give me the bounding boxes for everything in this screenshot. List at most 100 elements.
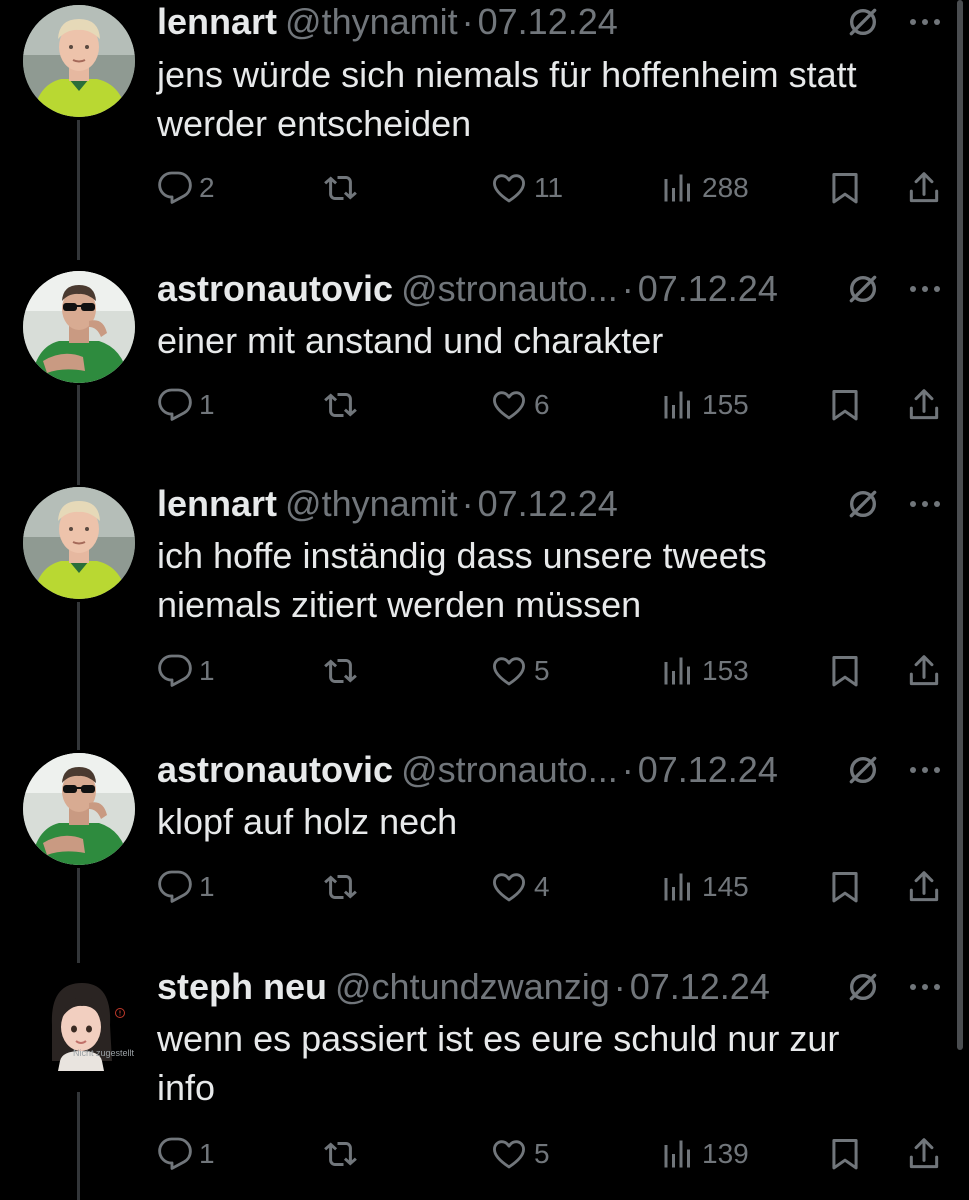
reply-count: 1 [199,389,215,420]
bookmark-button[interactable] [826,164,864,212]
like-button[interactable]: 6 [490,381,550,429]
retweet-button[interactable] [322,863,362,911]
grok-icon[interactable] [843,2,883,42]
avatar[interactable] [23,753,135,865]
display-name[interactable]: steph neu [157,966,327,1007]
views-icon [660,869,696,905]
retweet-button[interactable] [322,1130,362,1178]
separator-dot: · [621,749,634,790]
avatar[interactable] [40,975,130,1085]
tweet-text-line: einer mit anstand und charakter [157,320,664,361]
like-count: 6 [534,389,550,420]
tweet-date[interactable]: 07.12.24 [638,749,778,790]
action-bar: 1 5 139 [0,1130,969,1178]
retweet-button[interactable] [322,164,362,212]
retweet-button[interactable] [322,647,362,695]
share-button[interactable] [905,164,943,212]
grok-icon[interactable] [843,269,883,309]
grok-icon[interactable] [843,484,883,524]
user-handle[interactable]: @thynamit [285,1,458,42]
reply-button[interactable]: 2 [157,164,215,212]
reply-count: 2 [199,172,215,203]
tweet-header: lennart @thynamit · 07.12.24 [157,0,839,44]
reply-count: 1 [199,655,215,686]
scrollbar[interactable] [957,0,963,1050]
share-button[interactable] [905,1130,943,1178]
tweet-text: einer mit anstand und charakter [157,316,947,365]
tweet-header: astronautovic @stronauto... · 07.12.24 [157,748,839,792]
tweet-date[interactable]: 07.12.24 [630,966,770,1007]
more-icon[interactable] [905,977,945,997]
like-icon [490,869,528,905]
action-bar: 1 4 145 [0,863,969,911]
tweet-text-line: niemals zitiert werden müssen [157,584,642,625]
display-name[interactable]: lennart [157,1,277,42]
share-button[interactable] [905,381,943,429]
tweet-text-line: info [157,1067,216,1108]
user-handle[interactable]: @stronauto... [401,268,618,309]
views-button[interactable]: 155 [660,381,749,429]
reply-button[interactable]: 1 [157,863,215,911]
bookmark-button[interactable] [826,863,864,911]
tweet-header: astronautovic @stronauto... · 07.12.24 [157,267,839,311]
separator-dot: · [613,966,626,1007]
user-handle[interactable]: @chtundzwanzig [335,966,610,1007]
views-button[interactable]: 288 [660,164,749,212]
grok-icon[interactable] [843,750,883,790]
retweet-icon [322,1136,362,1172]
tweet-text-line: wenn es passiert ist es eure schuld nur … [157,1018,840,1059]
like-count: 11 [534,172,564,203]
grok-icon[interactable] [843,967,883,1007]
more-icon[interactable] [905,12,945,32]
more-icon[interactable] [905,494,945,514]
share-button[interactable] [905,863,943,911]
display-name[interactable]: lennart [157,483,277,524]
share-icon [905,1135,943,1173]
bookmark-button[interactable] [826,1130,864,1178]
reply-icon [157,653,193,689]
bookmark-button[interactable] [826,381,864,429]
views-button[interactable]: 145 [660,863,749,911]
views-button[interactable]: 153 [660,647,749,695]
tweet-text-line: ich hoffe inständig dass unsere tweets [157,535,767,576]
like-button[interactable]: 5 [490,647,550,695]
tweet-text: jens würde sich niemals für hoffenheim s… [157,50,947,148]
more-icon[interactable] [905,760,945,780]
display-name[interactable]: astronautovic [157,749,393,790]
views-count: 153 [702,655,749,686]
tweet-date[interactable]: 07.12.24 [478,1,618,42]
bookmark-icon [826,386,864,424]
views-button[interactable]: 139 [660,1130,749,1178]
retweet-icon [322,869,362,905]
display-name[interactable]: astronautovic [157,268,393,309]
avatar[interactable] [23,487,135,599]
tweet-date[interactable]: 07.12.24 [478,483,618,524]
bookmark-icon [826,1135,864,1173]
share-button[interactable] [905,647,943,695]
reply-button[interactable]: 1 [157,647,215,695]
tweet-text: klopf auf holz nech [157,797,947,846]
retweet-button[interactable] [322,381,362,429]
reply-button[interactable]: 1 [157,1130,215,1178]
tweet-date[interactable]: 07.12.24 [638,268,778,309]
tweet-text-line: werder entscheiden [157,103,472,144]
reply-button[interactable]: 1 [157,381,215,429]
separator-dot: · [621,268,634,309]
share-icon [905,386,943,424]
user-handle[interactable]: @stronauto... [401,749,618,790]
action-bar: 1 6 155 [0,381,969,429]
user-handle[interactable]: @thynamit [285,483,458,524]
avatar[interactable] [23,5,135,117]
like-button[interactable]: 11 [490,164,563,212]
separator-dot: · [461,1,474,42]
like-button[interactable]: 5 [490,1130,550,1178]
reply-icon [157,170,193,206]
reply-icon [157,869,193,905]
views-icon [660,1136,696,1172]
like-button[interactable]: 4 [490,863,550,911]
share-icon [905,868,943,906]
reply-icon [157,387,193,423]
avatar[interactable] [23,271,135,383]
more-icon[interactable] [905,279,945,299]
bookmark-button[interactable] [826,647,864,695]
